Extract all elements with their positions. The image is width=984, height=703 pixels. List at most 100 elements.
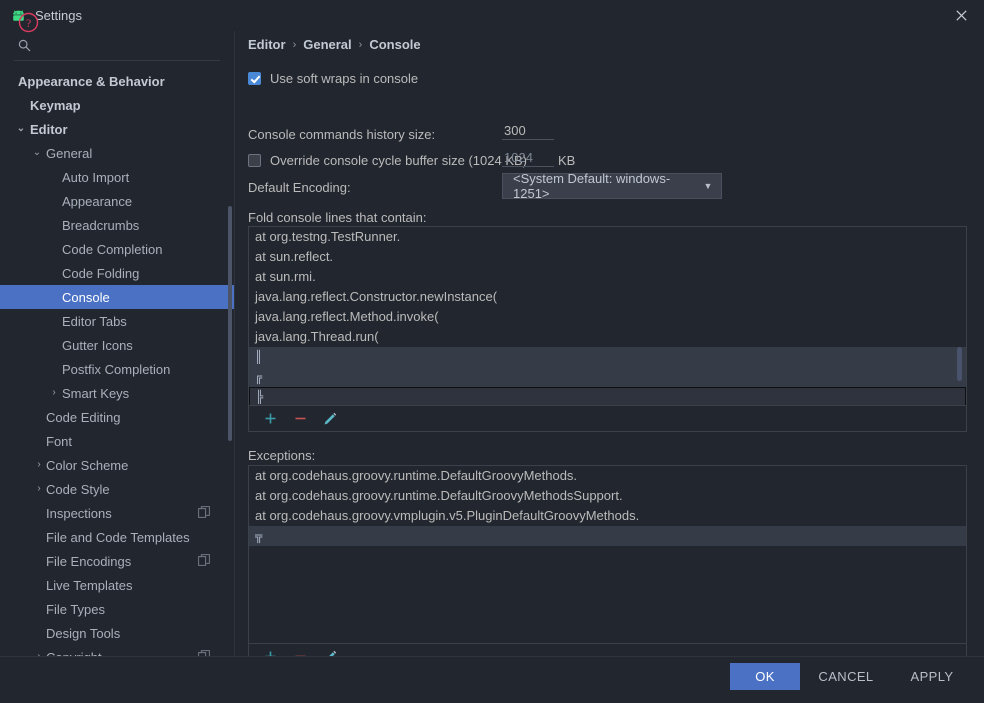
help-circle-icon[interactable]: ? — [18, 12, 40, 34]
sidebar-item-editor[interactable]: ⌄ Editor — [0, 117, 234, 141]
sidebar-item-smart-keys[interactable]: › Smart Keys — [0, 381, 234, 405]
console-settings-panel: Editor › General › Console Use soft wrap… — [235, 31, 984, 670]
sidebar-item-label: General — [46, 145, 93, 161]
use-soft-wraps-row[interactable]: Use soft wraps in console — [248, 71, 418, 86]
sidebar-item-label: Smart Keys — [62, 385, 130, 401]
list-item[interactable]: at org.codehaus.groovy.runtime.DefaultGr… — [249, 486, 966, 506]
list-item[interactable]: java.lang.reflect.Method.invoke( — [249, 307, 966, 327]
sidebar-item-code-folding[interactable]: Code Folding — [0, 261, 234, 285]
sidebar-item-auto-import[interactable]: Auto Import — [0, 165, 234, 189]
settings-tree: › Appearance & Behavior Keymap ⌄ Editor ⌄ Gene… — [0, 69, 234, 656]
list-item[interactable]: at sun.rmi. — [249, 267, 966, 287]
chevron-right-icon[interactable]: › — [47, 388, 61, 398]
sidebar-scrollbar-thumb[interactable] — [228, 206, 232, 441]
settings-sidebar: › Appearance & Behavior Keymap ⌄ Editor ⌄ Gene… — [0, 31, 235, 656]
default-encoding-combobox[interactable]: <System Default: windows-1251> ▼ — [502, 171, 722, 201]
sidebar-item-label: Editor Tabs — [62, 313, 127, 329]
sidebar-item-postfix-completion[interactable]: Postfix Completion — [0, 357, 234, 381]
list-item[interactable]: java.lang.Thread.run( — [249, 327, 966, 347]
sidebar-item-label: Editor — [30, 121, 68, 137]
history-size-input[interactable] — [502, 123, 554, 140]
exceptions-list[interactable]: at org.codehaus.groovy.runtime.DefaultGr… — [248, 465, 967, 644]
buffer-unit-label: KB — [558, 153, 576, 168]
svg-text:?: ? — [26, 16, 31, 30]
sidebar-item-copyright[interactable]: ›Copyright — [0, 645, 234, 656]
breadcrumb-separator: › — [292, 38, 297, 51]
breadcrumb-general[interactable]: General — [303, 37, 351, 52]
list-item[interactable]: ║ — [249, 347, 966, 367]
breadcrumb-separator: › — [358, 38, 363, 51]
override-buffer-size-input[interactable] — [502, 150, 554, 167]
cancel-button[interactable]: CANCEL — [812, 663, 880, 690]
chevron-down-icon[interactable]: ⌄ — [14, 124, 28, 134]
sidebar-item-label: Font — [46, 433, 73, 449]
override-buffer-checkbox[interactable] — [248, 154, 261, 167]
fold-section-caption: Fold console lines that contain: — [248, 210, 427, 225]
copy-icon — [198, 505, 210, 521]
sidebar-item-font[interactable]: Font — [0, 429, 234, 453]
sidebar-item-gutter-icons[interactable]: Gutter Icons — [0, 333, 234, 357]
sidebar-item-label: File Types — [46, 601, 106, 617]
sidebar-item-label: Design Tools — [46, 625, 121, 641]
list-item[interactable]: java.lang.reflect.Constructor.newInstanc… — [249, 287, 966, 307]
sidebar-item-color-scheme[interactable]: › Color Scheme — [0, 453, 234, 477]
breadcrumb: Editor › General › Console — [248, 37, 421, 52]
fold-list[interactable]: at org.testng.TestRunner. at sun.reflect.… — [248, 226, 967, 406]
copy-icon — [198, 553, 210, 569]
title-bar: Settings — [0, 0, 984, 31]
sidebar-item-label: Live Templates — [46, 577, 133, 593]
sidebar-item-code-completion[interactable]: Code Completion — [0, 237, 234, 261]
chevron-down-icon[interactable]: ⌄ — [30, 148, 44, 158]
use-soft-wraps-checkbox[interactable] — [248, 72, 261, 85]
window-title: Settings — [35, 8, 82, 23]
list-item[interactable]: ╔ — [249, 367, 966, 387]
sidebar-item-breadcrumbs[interactable]: Breadcrumbs — [0, 213, 234, 237]
fold-list-scrollbar-thumb[interactable] — [957, 347, 962, 381]
use-soft-wraps-label: Use soft wraps in console — [270, 71, 419, 86]
override-buffer-label: Override console cycle buffer size (1024… — [270, 153, 527, 168]
list-item[interactable]: ╠ — [249, 387, 966, 405]
plus-icon[interactable] — [261, 410, 279, 428]
sidebar-item-label: Color Scheme — [46, 457, 129, 473]
search-row[interactable] — [14, 31, 220, 61]
sidebar-item-editor-tabs[interactable]: Editor Tabs — [0, 309, 234, 333]
minus-icon[interactable] — [291, 410, 309, 428]
search-input[interactable] — [32, 37, 220, 54]
sidebar-item-general[interactable]: ⌄ General — [0, 141, 234, 165]
sidebar-item-code-editing[interactable]: Code Editing — [0, 405, 234, 429]
list-item[interactable]: at org.codehaus.groovy.vmplugin.v5.Plugi… — [249, 506, 966, 526]
sidebar-item-file-and-code-templates[interactable]: File and Code Templates — [0, 525, 234, 549]
sidebar-item-keymap[interactable]: Keymap — [0, 93, 234, 117]
sidebar-item-appearance-behavior[interactable]: › Appearance & Behavior — [0, 69, 234, 93]
sidebar-item-label: Appearance — [62, 193, 133, 209]
sidebar-item-label: Code Editing — [46, 409, 121, 425]
settings-dialog: Settings › Appearance & Behavior Keymap ⌄ Ed… — [0, 0, 984, 703]
sidebar-item-file-encodings[interactable]: File Encodings — [0, 549, 234, 573]
list-item[interactable]: at org.testng.TestRunner. — [249, 227, 966, 247]
sidebar-item-label: Postfix Completion — [62, 361, 171, 377]
list-item[interactable]: at sun.reflect. — [249, 247, 966, 267]
breadcrumb-editor[interactable]: Editor — [248, 37, 286, 52]
fold-list-toolbar — [248, 406, 967, 432]
override-buffer-row[interactable]: Override console cycle buffer size (1024… — [248, 153, 527, 168]
chevron-right-icon[interactable]: › — [32, 484, 46, 494]
apply-button[interactable]: APPLY — [900, 663, 964, 690]
sidebar-item-live-templates[interactable]: Live Templates — [0, 573, 234, 597]
sidebar-item-inspections[interactable]: Inspections — [0, 501, 234, 525]
close-icon[interactable] — [938, 0, 984, 31]
pencil-icon[interactable] — [321, 410, 339, 428]
exceptions-section-caption: Exceptions: — [248, 448, 316, 463]
sidebar-item-code-style[interactable]: › Code Style — [0, 477, 234, 501]
sidebar-item-label: Code Style — [46, 481, 110, 497]
sidebar-item-label: Inspections — [46, 505, 112, 521]
sidebar-item-console[interactable]: Console — [0, 285, 234, 309]
sidebar-item-design-tools[interactable]: Design Tools — [0, 621, 234, 645]
chevron-right-icon[interactable]: › — [32, 460, 46, 470]
sidebar-item-file-types[interactable]: File Types — [0, 597, 234, 621]
history-size-label: Console commands history size: — [248, 127, 436, 142]
list-item[interactable]: at org.codehaus.groovy.runtime.DefaultGr… — [249, 466, 966, 486]
sidebar-item-label: Console — [62, 289, 110, 305]
sidebar-item-appearance[interactable]: Appearance — [0, 189, 234, 213]
ok-button[interactable]: OK — [730, 663, 800, 690]
list-item[interactable]: ╦ — [249, 526, 966, 546]
